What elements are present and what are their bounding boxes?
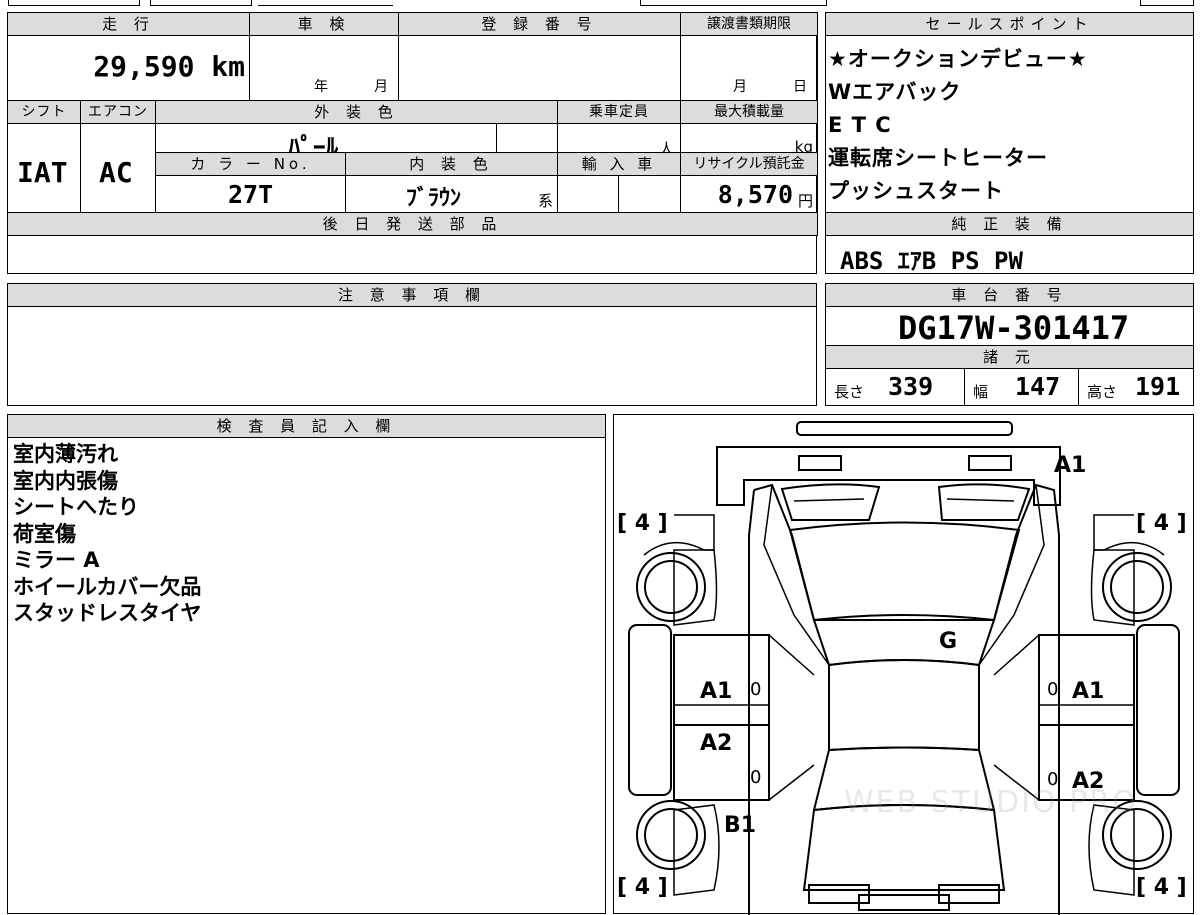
chassis-header: 車 台 番 号 xyxy=(825,283,1194,307)
chassis-number: DG17W-301417 xyxy=(898,309,1130,347)
sales-points-list: ★オークションデビュー★ Wエアバック E T C 運転席シートヒーター プッシ… xyxy=(828,43,1088,208)
aircon-value: AC xyxy=(99,156,133,189)
car-diagram-panel: WEB STUDIO PRO [ 4 ] [ 4 ] [ 4 ] [ 4 ] A… xyxy=(613,414,1194,915)
specs-header: 諸 元 xyxy=(825,345,1194,369)
aircon-header: エアコン xyxy=(80,100,156,124)
import-cell-a xyxy=(557,175,619,213)
spec-length-value: 339 xyxy=(888,372,934,401)
color-no-header: カ ラ ー No. xyxy=(155,152,346,176)
tire-count-front-left: [ 4 ] xyxy=(617,511,668,536)
deadline-cell: 月 日 xyxy=(680,35,818,101)
mileage-header: 走 行 xyxy=(7,12,250,36)
top-edge-fragments xyxy=(0,0,1200,6)
chassis-panel: 車 台 番 号 DG17W-301417 諸 元 長さ 339 幅 147 高さ… xyxy=(825,283,1194,406)
shaken-year-label: 年 xyxy=(314,79,328,95)
inspector-line: ホイールカバー欠品 xyxy=(13,574,202,599)
sales-point-item: 運転席シートヒーター xyxy=(828,146,1048,170)
import-cell-b xyxy=(618,175,681,213)
inspector-lines: 室内薄汚れ 室内内張傷 シートへたり 荷室傷 ミラー A ホイールカバー欠品 ス… xyxy=(13,441,201,627)
shift-value: IAT xyxy=(17,156,68,189)
sales-points-panel: セールスポイント ★オークションデビュー★ Wエアバック E T C 運転席シー… xyxy=(825,12,1194,275)
shaken-month-label: 月 xyxy=(374,79,388,95)
mark-right-front-zero: 0 xyxy=(1047,679,1059,700)
later-parts-header: 後 日 発 送 部 品 xyxy=(7,212,818,236)
sales-points-header: セールスポイント xyxy=(825,12,1194,36)
sales-point-item: ★オークションデビュー★ xyxy=(828,47,1088,71)
ext-color-header: 外 装 色 xyxy=(155,100,558,124)
car-diagram xyxy=(628,421,1180,915)
inspector-header: 検 査 員 記 入 欄 xyxy=(7,414,606,438)
recycle-value: 8,570 xyxy=(717,180,793,209)
mark-right-rear-door: A2 xyxy=(1072,769,1105,794)
spec-height-label: 高さ xyxy=(1087,383,1118,401)
transfer-deadline-header: 譲渡書類期限 xyxy=(680,12,818,36)
tire-count-rear-right: [ 4 ] xyxy=(1136,875,1187,900)
max-load-header: 最大積載量 xyxy=(680,100,818,124)
mark-front: A1 xyxy=(1054,453,1087,478)
genuine-equipment-header: 純 正 装 備 xyxy=(825,212,1194,236)
shift-header: シフト xyxy=(7,100,81,124)
int-color-header: 内 装 色 xyxy=(345,152,558,176)
mark-left-rear-door: A2 xyxy=(700,731,733,756)
tire-count-rear-left: [ 4 ] xyxy=(617,875,668,900)
mileage-cell: 29,590 km xyxy=(7,35,250,101)
spec-width-label: 幅 xyxy=(973,383,989,401)
notes-header: 注 意 事 項 欄 xyxy=(7,283,817,307)
aircon-cell: AC xyxy=(80,123,156,224)
shaken-cell: 年 月 xyxy=(249,35,399,101)
spec-height-value: 191 xyxy=(1135,372,1181,401)
deadline-day-label: 日 xyxy=(793,79,807,95)
notes-panel: 注 意 事 項 欄 xyxy=(7,283,817,406)
inspector-line: シートへたり xyxy=(13,495,139,519)
sales-point-item: Wエアバック xyxy=(828,80,962,104)
inspector-line: 荷室傷 xyxy=(13,521,76,546)
mark-right-front-door: A1 xyxy=(1072,679,1105,704)
spec-length-cell: 長さ 339 xyxy=(825,368,965,406)
deadline-month-label: 月 xyxy=(733,79,747,95)
inspector-line: スタッドレスタイヤ xyxy=(13,601,202,625)
spec-height-cell: 高さ 191 xyxy=(1078,368,1194,406)
mark-left-rear-quarter: B1 xyxy=(724,813,757,838)
int-color-suffix: 系 xyxy=(537,192,553,210)
spec-length-label: 長さ xyxy=(834,383,865,401)
mark-left-front-door: A1 xyxy=(700,679,733,704)
sales-point-item: E T C xyxy=(828,113,892,137)
mark-left-front-zero: 0 xyxy=(750,679,762,700)
capacity-header: 乗車定員 xyxy=(557,100,681,124)
recycle-cell: 8,570 円 xyxy=(680,175,818,213)
inspector-line: 室内薄汚れ xyxy=(13,442,118,466)
reg-no-cell xyxy=(398,35,681,101)
shaken-header: 車 検 xyxy=(249,12,399,36)
spec-width-cell: 幅 147 xyxy=(964,368,1079,406)
recycle-header: リサイクル預託金 xyxy=(680,152,818,176)
recycle-unit: 円 xyxy=(797,192,813,210)
inspector-line: 室内内張傷 xyxy=(13,468,118,493)
sales-point-item: プッシュスタート xyxy=(828,179,1004,203)
spec-width-value: 147 xyxy=(1015,372,1061,401)
inspector-panel: 検 査 員 記 入 欄 室内薄汚れ 室内内張傷 シートへたり 荷室傷 ミラー A… xyxy=(7,414,606,914)
inspector-line: ミラー A xyxy=(13,548,100,572)
tire-count-front-right: [ 4 ] xyxy=(1136,511,1187,536)
vehicle-info-table: 走 行 車 検 登 録 番 号 譲渡書類期限 29,590 km 年 月 月 日… xyxy=(7,12,818,274)
reg-no-header: 登 録 番 号 xyxy=(398,12,681,36)
import-header: 輸 入 車 xyxy=(557,152,681,176)
genuine-equipment-value: ABS ｴｱB PS PW xyxy=(840,247,1023,275)
int-color-cell: ﾌﾞﾗｳﾝ 系 xyxy=(345,175,558,213)
color-no-value: 27T xyxy=(228,180,274,209)
shift-cell: IAT xyxy=(7,123,81,224)
mark-windshield: G xyxy=(939,629,958,654)
int-color-value: ﾌﾞﾗｳﾝ xyxy=(406,186,462,211)
mark-right-rear-zero: 0 xyxy=(1047,769,1059,790)
mileage-value: 29,590 km xyxy=(93,50,245,83)
color-no-cell: 27T xyxy=(155,175,346,213)
mark-left-rear-zero: 0 xyxy=(750,767,762,788)
